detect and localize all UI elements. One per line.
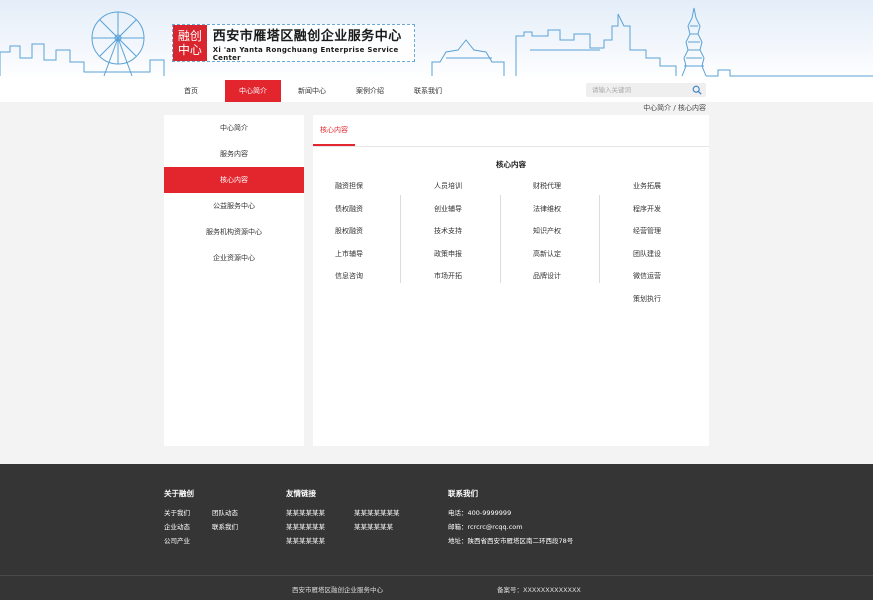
footer-contact-title: 联系我们 (448, 489, 478, 498)
service-item[interactable]: 人员培训 (434, 181, 533, 204)
service-item[interactable]: 政策申报 (434, 249, 533, 272)
footer-link[interactable]: 企业动态 (164, 521, 190, 531)
sidebar-item-agency-resources[interactable]: 服务机构资源中心 (164, 219, 304, 245)
logo-mark: 融创中心 (173, 25, 207, 61)
service-item[interactable]: 创业辅导 (434, 204, 533, 227)
service-item[interactable]: 团队建设 (633, 249, 732, 272)
nav-news[interactable]: 新闻中心 (285, 80, 339, 102)
main-nav: 首页 中心简介 新闻中心 案例介绍 联系我们 (0, 80, 873, 102)
service-column-3: 财税代理 法律维权 知识产权 高新认定 品牌设计 (533, 181, 632, 294)
friend-link[interactable]: 某某某某某某 (354, 521, 393, 531)
site-subtitle: Xi 'an Yanta Rongchuang Enterprise Servi… (212, 45, 399, 62)
service-item[interactable]: 信息咨询 (335, 271, 434, 294)
sidebar-item-core[interactable]: 核心内容 (164, 167, 304, 193)
service-column-2: 人员培训 创业辅导 技术支持 政策申报 市场开拓 (434, 181, 533, 294)
search-input[interactable]: 请输入关键词 (592, 83, 631, 97)
service-item[interactable]: 高新认定 (533, 249, 632, 272)
footer-divider (0, 575, 873, 576)
service-item[interactable]: 品牌设计 (533, 271, 632, 294)
search-icon[interactable] (692, 85, 702, 95)
site-title: 西安市雁塔区融创企业服务中心 (212, 28, 402, 44)
service-item[interactable]: 知识产权 (533, 226, 632, 249)
service-item[interactable]: 业务拓展 (633, 181, 732, 204)
service-item[interactable]: 法律维权 (533, 204, 632, 227)
service-item[interactable]: 策划执行 (633, 294, 732, 317)
contact-phone: 电话：400-9999999 (448, 509, 512, 517)
tab-core-content[interactable]: 核心内容 (313, 115, 355, 146)
friend-link[interactable]: 某某某某某某 (286, 507, 325, 517)
site-footer: 关于融创 关于我们 团队动态 企业动态 联系我们 公司产业 友情链接 某某某某某… (0, 464, 873, 600)
footer-link[interactable]: 联系我们 (212, 521, 238, 531)
sidebar-item-about[interactable]: 中心简介 (164, 115, 304, 141)
friend-link[interactable]: 某某某某某某 (286, 535, 325, 545)
sidebar-item-enterprise-resources[interactable]: 企业资源中心 (164, 245, 304, 271)
friend-link[interactable]: 某某某某某某某 (354, 507, 400, 517)
service-item[interactable]: 程序开发 (633, 204, 732, 227)
service-item[interactable]: 上市辅导 (335, 249, 434, 272)
service-item[interactable]: 经营管理 (633, 226, 732, 249)
column-divider (599, 195, 600, 283)
service-item[interactable]: 微信运营 (633, 271, 732, 294)
sidebar-item-public-service[interactable]: 公益服务中心 (164, 193, 304, 219)
contact-email: 邮箱：rcrcrc@rcqq.com (448, 523, 523, 531)
footer-link[interactable]: 关于我们 (164, 507, 190, 517)
service-item[interactable]: 融资担保 (335, 181, 434, 204)
service-column-1: 融资担保 债权融资 股权融资 上市辅导 信息咨询 (335, 181, 434, 294)
service-item[interactable]: 股权融资 (335, 226, 434, 249)
service-column-4: 业务拓展 程序开发 经营管理 团队建设 微信运营 策划执行 (633, 181, 732, 316)
site-logo[interactable]: 融创中心 西安市雁塔区融创企业服务中心 Xi 'an Yanta Rongchu… (172, 24, 415, 62)
contact-address: 地址：陕西省西安市雁塔区南二环西段78号 (448, 537, 574, 545)
service-item[interactable]: 技术支持 (434, 226, 533, 249)
search-box[interactable]: 请输入关键词 (586, 83, 706, 97)
breadcrumb: 中心简介 / 核心内容 (643, 104, 706, 112)
service-item[interactable]: 债权融资 (335, 204, 434, 227)
column-divider (400, 195, 401, 283)
friend-link[interactable]: 某某某某某某 (286, 521, 325, 531)
footer-friends-title: 友情链接 (286, 489, 316, 498)
tab-divider (313, 146, 709, 147)
nav-home[interactable]: 首页 (166, 80, 216, 102)
nav-cases[interactable]: 案例介绍 (343, 80, 397, 102)
sidebar: 中心简介 服务内容 核心内容 公益服务中心 服务机构资源中心 企业资源中心 (164, 115, 304, 446)
copyright-text: 西安市雁塔区融创企业服务中心 (292, 586, 383, 594)
footer-link[interactable]: 团队动态 (212, 507, 238, 517)
footer-about-title: 关于融创 (164, 489, 194, 498)
skyline-illustration (0, 7, 873, 77)
nav-about[interactable]: 中心简介 (225, 80, 281, 102)
nav-contact[interactable]: 联系我们 (401, 80, 455, 102)
icp-number: 备案号：XXXXXXXXXXXXX (497, 586, 581, 594)
footer-link[interactable]: 公司产业 (164, 535, 190, 545)
service-item[interactable]: 市场开拓 (434, 271, 533, 294)
content-title: 核心内容 (496, 160, 526, 169)
sidebar-item-services[interactable]: 服务内容 (164, 141, 304, 167)
service-item[interactable]: 财税代理 (533, 181, 632, 204)
column-divider (500, 195, 501, 283)
main-content: 核心内容 核心内容 融资担保 债权融资 股权融资 上市辅导 信息咨询 人员培训 … (313, 115, 709, 446)
header-banner: 融创中心 西安市雁塔区融创企业服务中心 Xi 'an Yanta Rongchu… (0, 0, 873, 80)
